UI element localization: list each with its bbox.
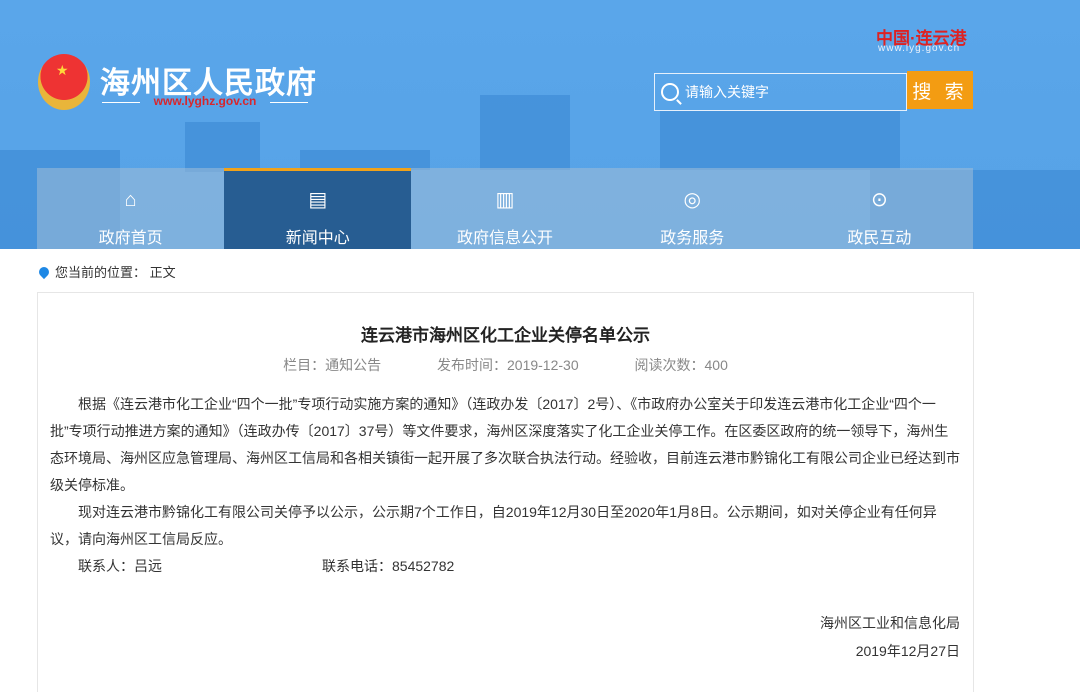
nav-item-services[interactable]: ◎ 政务服务 <box>599 168 786 249</box>
article-signature: 海州区工业和信息化局 2019年12月27日 <box>820 609 960 665</box>
paragraph: 现对连云港市黔锦化工有限公司关停予以公示，公示期7个工作日，自2019年12月3… <box>50 504 937 547</box>
breadcrumb-current: 正文 <box>149 265 176 280</box>
article-meta: 栏目：通知公告 发布时间：2019-12-30 阅读次数：400 <box>38 355 973 375</box>
nav-item-home[interactable]: ⌂ 政府首页 <box>37 168 224 249</box>
nav-item-interaction[interactable]: ⊙ 政民互动 <box>786 168 973 249</box>
search-button[interactable]: 搜 索 <box>907 71 973 109</box>
nav-label: 政民互动 <box>847 230 912 247</box>
article-card: 连云港市海州区化工企业关停名单公示 栏目：通知公告 发布时间：2019-12-3… <box>37 292 974 692</box>
location-pin-icon <box>36 264 52 279</box>
nav-label: 政府信息公开 <box>457 230 554 247</box>
article-published: 发布时间：2019-12-30 <box>437 357 579 373</box>
main-nav: ⌂ 政府首页 ▤ 新闻中心 ▥ 政府信息公开 ◎ 政务服务 ⊙ 政民互动 <box>37 168 973 249</box>
paragraph: 根据《连云港市化工企业“四个一批”专项行动实施方案的通知》（连政办发〔2017〕… <box>50 396 960 493</box>
article-body: 根据《连云港市化工企业“四个一批”专项行动实施方案的通知》（连政办发〔2017〕… <box>50 391 962 580</box>
nav-label: 政务服务 <box>660 230 725 247</box>
shield-icon: ◎ <box>683 189 701 211</box>
article-column: 栏目：通知公告 <box>283 357 382 373</box>
nav-label: 政府首页 <box>98 230 163 247</box>
article-views: 阅读次数：400 <box>634 357 728 373</box>
national-emblem-logo: ★ <box>38 54 90 110</box>
signature-date: 2019年12月27日 <box>855 643 960 659</box>
breadcrumb: 您当前的位置： 正文 <box>36 262 176 281</box>
signature-org: 海州区工业和信息化局 <box>820 615 960 631</box>
search-input[interactable] <box>685 84 885 100</box>
contact-person: 联系人：吕远 <box>78 558 162 574</box>
nav-label: 新闻中心 <box>285 230 350 247</box>
home-icon: ⌂ <box>124 189 137 211</box>
book-icon: ▥ <box>495 189 515 211</box>
article-title: 连云港市海州区化工企业关停名单公示 <box>361 326 650 345</box>
contact-info: 联系人：吕远 联系电话：85452782 <box>50 553 962 580</box>
site-url: www.lyghz.gov.cn <box>102 94 308 108</box>
chat-icon: ⊙ <box>871 189 888 211</box>
search-icon <box>661 83 679 101</box>
nav-item-info-disclosure[interactable]: ▥ 政府信息公开 <box>411 168 598 249</box>
nav-item-news[interactable]: ▤ 新闻中心 <box>224 168 412 249</box>
breadcrumb-label: 您当前的位置： <box>55 265 147 280</box>
partner-url: www.lyg.gov.cn <box>878 43 961 54</box>
contact-phone: 联系电话：85452782 <box>322 558 455 574</box>
news-icon: ▤ <box>308 189 328 211</box>
search-box <box>654 73 907 111</box>
